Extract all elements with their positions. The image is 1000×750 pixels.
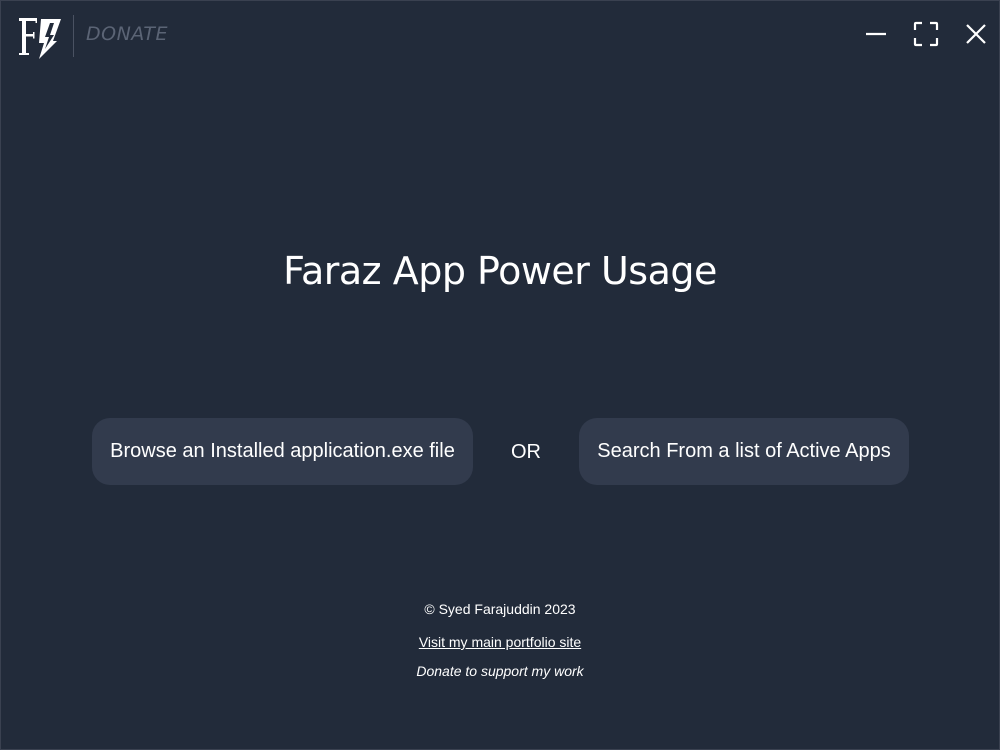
portfolio-link[interactable]: Visit my main portfolio site bbox=[419, 634, 581, 650]
copyright-text: © Syed Farajuddin 2023 bbox=[424, 601, 576, 617]
minimize-button[interactable] bbox=[859, 17, 893, 51]
minimize-icon bbox=[859, 17, 893, 51]
logo-divider bbox=[73, 15, 74, 57]
app-window: DONATE Faraz App Power Usage Browse an I… bbox=[0, 0, 1000, 750]
search-active-apps-button[interactable]: Search From a list of Active Apps bbox=[579, 418, 909, 485]
faraz-lightning-logo-icon bbox=[17, 15, 63, 59]
page-title: Faraz App Power Usage bbox=[283, 249, 717, 293]
close-button[interactable] bbox=[959, 17, 993, 51]
portfolio-link-row: Visit my main portfolio site bbox=[1, 634, 999, 650]
donate-support-link[interactable]: Donate to support my work bbox=[416, 663, 583, 679]
close-icon bbox=[959, 17, 993, 51]
browse-exe-button[interactable]: Browse an Installed application.exe file bbox=[92, 418, 473, 485]
donate-support-row: Donate to support my work bbox=[1, 663, 999, 679]
donate-link[interactable]: DONATE bbox=[86, 23, 168, 45]
or-separator: OR bbox=[511, 441, 541, 463]
title-bar: DONATE bbox=[1, 1, 999, 71]
search-active-apps-button-label: Search From a list of Active Apps bbox=[597, 440, 891, 462]
browse-exe-button-label: Browse an Installed application.exe file bbox=[110, 440, 455, 462]
fullscreen-button[interactable] bbox=[909, 17, 943, 51]
fullscreen-icon bbox=[909, 17, 943, 51]
